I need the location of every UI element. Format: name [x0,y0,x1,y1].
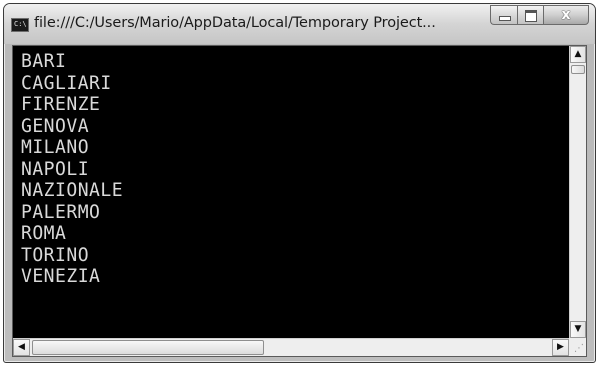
vertical-scrollbar[interactable]: ▲ ▼ [569,46,586,338]
console-line: FIRENZE [21,93,101,115]
console-icon[interactable]: C:\ [11,18,29,32]
console-line: NAPOLI [21,157,90,180]
console-output[interactable]: BARI CAGLIARI FIRENZE GENOVA MILANO NAPO… [13,46,569,338]
console-line: GENOVA [21,114,90,137]
scroll-down-button[interactable]: ▼ [570,321,586,338]
maximize-icon [525,10,537,22]
scroll-left-button[interactable]: ◀ [13,339,30,356]
console-line: VENEZIA [21,265,101,287]
console-line: ROMA [21,222,67,244]
arrow-left-icon: ◀ [18,342,25,352]
console-icon-text: C:\ [14,20,27,28]
resize-grip-icon: ⋰ [574,343,584,354]
console-line: TORINO [21,243,90,266]
console-client-area: BARI CAGLIARI FIRENZE GENOVA MILANO NAPO… [12,45,587,357]
caption-buttons: x [490,5,589,26]
title-bar[interactable]: C:\ file:///C:/Users/Mario/AppData/Local… [4,4,595,44]
horizontal-scroll-thumb[interactable] [32,340,264,355]
window-title: file:///C:/Users/Mario/AppData/Local/Tem… [34,15,436,31]
console-lines: BARI CAGLIARI FIRENZE GENOVA MILANO NAPO… [21,50,128,288]
resize-grip[interactable]: ⋰ [569,338,586,356]
console-window: C:\ file:///C:/Users/Mario/AppData/Local… [3,3,596,363]
console-line: BARI [21,50,67,72]
arrow-down-icon: ▼ [574,324,582,334]
minimize-icon [499,16,511,21]
minimize-button[interactable] [490,5,517,25]
horizontal-scrollbar[interactable]: ◀ ▶ [13,338,569,356]
close-button[interactable]: x [543,5,589,25]
scroll-up-button[interactable]: ▲ [570,46,586,63]
console-line: NAZIONALE [21,179,124,201]
arrow-up-icon: ▲ [574,49,582,59]
console-line: PALERMO [21,200,101,223]
scroll-right-button[interactable]: ▶ [552,339,569,356]
console-line: MILANO [21,136,90,158]
close-icon: x [561,7,571,23]
arrow-right-icon: ▶ [557,342,564,352]
console-line: CAGLIARI [21,71,112,94]
maximize-button[interactable] [517,5,543,25]
vertical-scroll-thumb[interactable] [571,65,585,74]
